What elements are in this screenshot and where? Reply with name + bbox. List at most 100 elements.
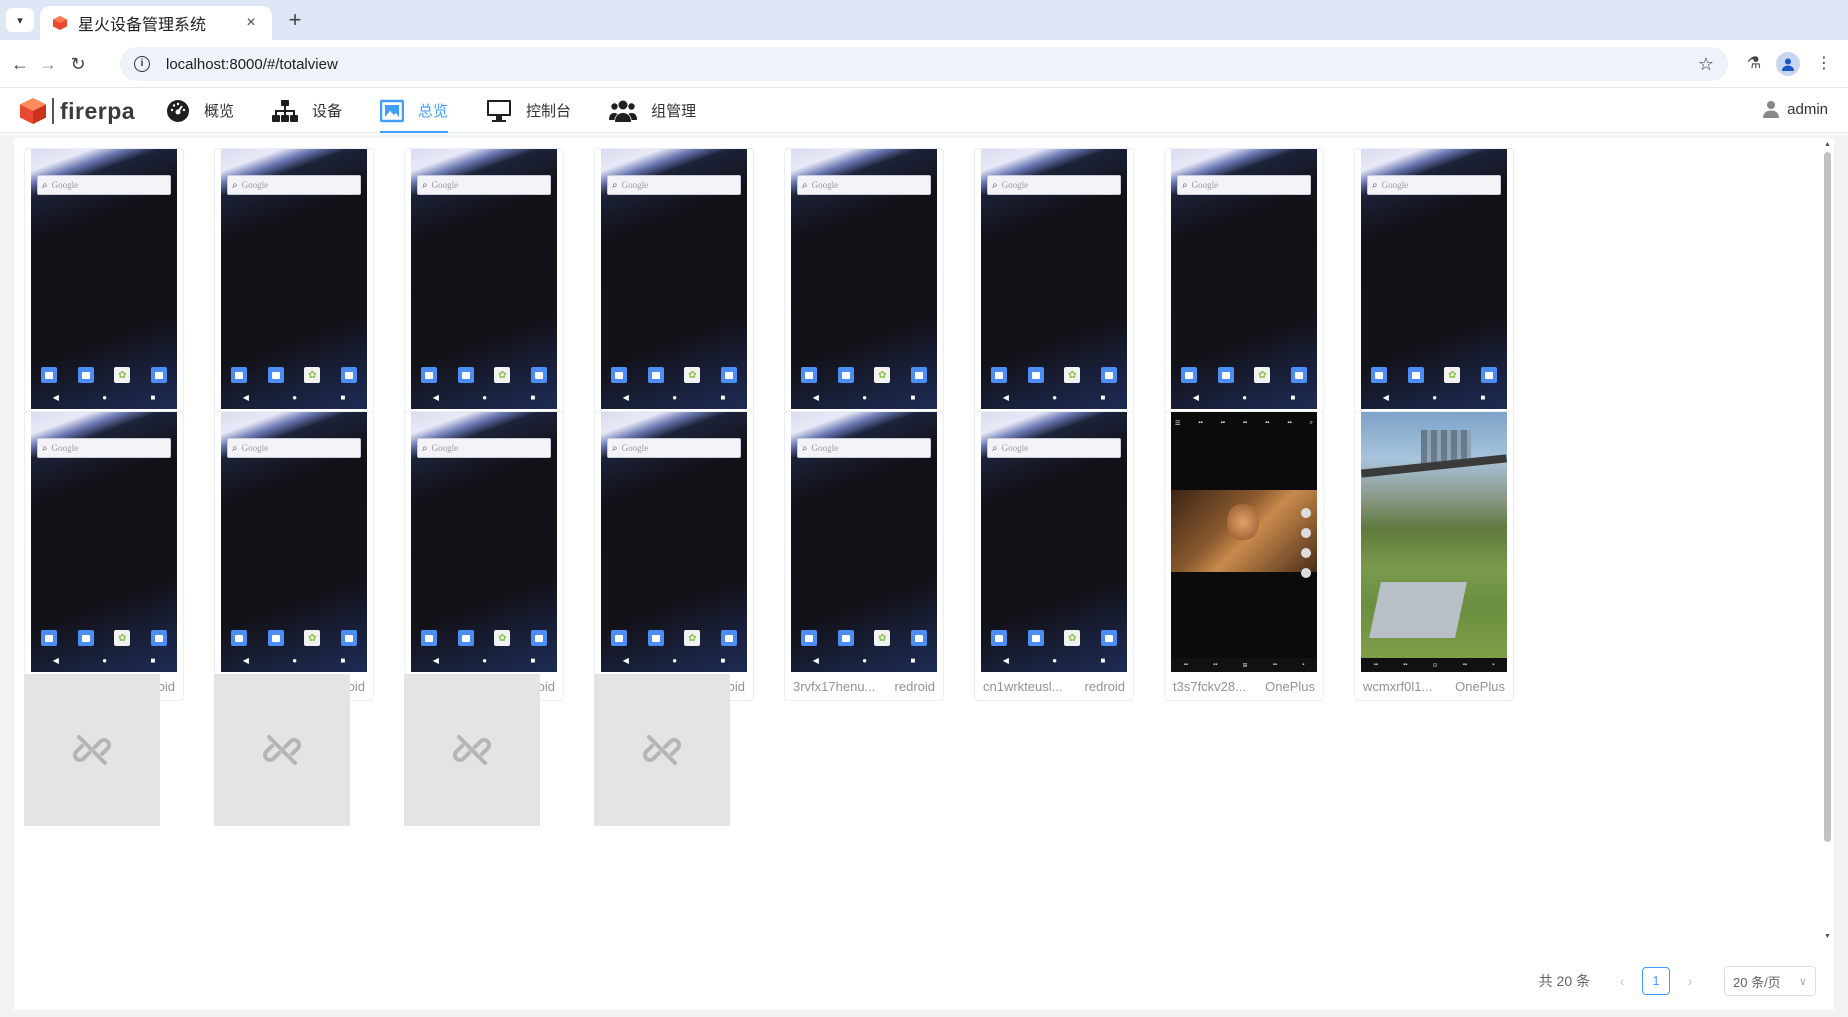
- menu-item-devices[interactable]: 设备: [266, 88, 356, 133]
- device-grid: ⌕Google✿◀●■7s8hlo9e6m...redroid⌕Google✿◀…: [24, 148, 1814, 951]
- nav-recents-icon: ■: [910, 392, 916, 402]
- menu-item-overview[interactable]: 概览: [160, 88, 248, 133]
- tab-close-icon[interactable]: ×: [242, 14, 260, 32]
- device-screen-home[interactable]: ⌕ Google ✿ ◀ ● ■: [791, 412, 937, 672]
- tab-title: 星火设备管理系统: [78, 17, 207, 34]
- menu-label-groups: 组管理: [651, 103, 697, 120]
- page-size-select[interactable]: 20 条/页 ∨: [1724, 966, 1816, 996]
- device-card[interactable]: ⌕Google✿◀●■zdo9h53rtcil...redroid: [1354, 148, 1514, 438]
- search-icon: ⌕: [422, 442, 428, 454]
- search-icon: ⌕: [802, 179, 808, 191]
- device-card[interactable]: ⌕ Google ✿ ◀ ● ■ cn1wrkteusl... redroid: [974, 411, 1134, 701]
- device-card[interactable]: ⌕ Google ✿ ◀ ● ■ 3rvfx17henu... redroid: [784, 411, 944, 701]
- new-tab-button[interactable]: +: [282, 8, 308, 34]
- device-screen-home[interactable]: ⌕ Google ✿ ◀ ● ■: [1361, 149, 1507, 409]
- profile-avatar-icon[interactable]: [1776, 52, 1800, 76]
- site-info-icon[interactable]: i: [134, 56, 150, 72]
- broken-image-placeholder[interactable]: [594, 674, 730, 826]
- bookmark-star-icon[interactable]: ☆: [1698, 54, 1714, 75]
- tab-search-button[interactable]: ▾: [6, 8, 34, 32]
- search-placeholder: Google: [811, 180, 839, 190]
- forward-icon[interactable]: →: [36, 52, 60, 76]
- broken-image-placeholder[interactable]: [24, 674, 160, 826]
- status-bar: [1171, 149, 1317, 157]
- contacts-icon: [1371, 367, 1387, 383]
- device-card[interactable]: ☰ ▪▪ ▪▪ ▪▪ ▪▪ ▪▪ ⌕ ▪▪ ▪▪ ⊞ ▪▪ ▪ t3s7fckv28... OnePlus: [1164, 411, 1324, 701]
- device-card[interactable]: ⌕Google✿◀●■7s8hlo9e6m...redroid: [24, 148, 184, 438]
- broken-image-placeholder[interactable]: [404, 674, 540, 826]
- device-screen-video-app[interactable]: ☰ ▪▪ ▪▪ ▪▪ ▪▪ ▪▪ ⌕ ▪▪ ▪▪ ⊞ ▪▪ ▪: [1171, 412, 1317, 672]
- browser-tab-strip: ▾ 星火设备管理系统 × +: [0, 0, 1848, 40]
- broken-image-placeholder[interactable]: [214, 674, 350, 826]
- device-card[interactable]: ⌕Google✿◀●■f4v2a15sw9i...redroid: [594, 148, 754, 438]
- logo-text: firerpa: [60, 97, 136, 124]
- device-screen-home[interactable]: ⌕ Google ✿ ◀ ● ■: [221, 149, 367, 409]
- back-icon[interactable]: ←: [8, 52, 32, 76]
- device-screen-home[interactable]: ⌕ Google ✿ ◀ ● ■: [411, 149, 557, 409]
- status-bar: [981, 412, 1127, 420]
- concrete-slab: [1369, 582, 1467, 638]
- gallery-icon: [1027, 367, 1044, 383]
- device-card[interactable]: ⌕Google✿◀●■92of143u0iu...redroid: [784, 148, 944, 438]
- device-card[interactable]: ▪▪ ▪▪ ⊙ ▪▪ ▪ wcmxrf0l1... OnePlus: [1354, 411, 1514, 701]
- android-icon: ✿: [304, 630, 321, 646]
- device-id: 3rvfx17henu...: [793, 678, 876, 694]
- android-nav-bar: ◀ ● ■: [31, 654, 177, 666]
- prev-page-icon[interactable]: ‹: [1610, 967, 1634, 995]
- app-dock: ✿: [801, 367, 927, 385]
- app-dock: ✿: [41, 367, 167, 385]
- device-card[interactable]: ⌕Google✿◀●■5m84kn92s...redroid: [1164, 148, 1324, 438]
- status-bar: [601, 149, 747, 157]
- device-card[interactable]: ⌕Google✿◀●■vue6lnrwb0...redroid: [214, 411, 374, 701]
- nav-back-icon: ◀: [622, 655, 629, 665]
- device-screen-home[interactable]: ⌕ Google ✿ ◀ ● ■: [31, 412, 177, 672]
- scroll-up-icon[interactable]: ▲: [1823, 140, 1832, 149]
- menu-item-totalview[interactable]: 总览: [374, 88, 462, 133]
- nav-back-icon: ◀: [622, 392, 629, 402]
- page-number-current[interactable]: 1: [1642, 967, 1670, 995]
- device-card[interactable]: ⌕Google✿◀●■uecm2z5nx...redroid: [974, 148, 1134, 438]
- contacts-icon: [231, 630, 247, 646]
- reload-icon[interactable]: ↻: [66, 52, 90, 76]
- scroll-down-icon[interactable]: ▼: [1823, 932, 1832, 941]
- android-nav-bar: ◀ ● ■: [411, 391, 557, 403]
- device-screen-home[interactable]: ⌕ Google ✿ ◀ ● ■: [791, 149, 937, 409]
- search-icon: ⌕: [612, 442, 618, 454]
- menu-item-groups[interactable]: 组管理: [603, 88, 710, 133]
- device-id: cn1wrkteusl...: [983, 678, 1063, 694]
- device-card[interactable]: ⌕Google✿◀●■9c0uuv3nx...redroid: [594, 411, 754, 701]
- device-screen-home[interactable]: ⌕ Google ✿ ◀ ● ■: [981, 412, 1127, 672]
- device-id: wcmxrf0l1...: [1363, 678, 1433, 694]
- url-text[interactable]: localhost:8000/#/totalview: [166, 56, 1698, 73]
- browser-menu-icon[interactable]: ⋮: [1812, 52, 1836, 76]
- device-card[interactable]: ⌕Google✿◀●■0s4ulore3n1...redroid: [404, 411, 564, 701]
- menu-item-console[interactable]: 控制台: [480, 88, 585, 133]
- labs-flask-icon[interactable]: ⚗: [1742, 52, 1766, 76]
- next-page-icon[interactable]: ›: [1678, 967, 1702, 995]
- device-screen-home[interactable]: ⌕ Google ✿ ◀ ● ■: [221, 412, 367, 672]
- device-screen-outdoor-video[interactable]: ▪▪ ▪▪ ⊙ ▪▪ ▪: [1361, 412, 1507, 672]
- video-action-icons: [1301, 508, 1311, 588]
- video-app-tabs: ☰ ▪▪ ▪▪ ▪▪ ▪▪ ▪▪ ⌕: [1175, 420, 1313, 427]
- camera-icon: [720, 367, 737, 383]
- app-dock: ✿: [991, 367, 1117, 385]
- browser-tab[interactable]: 星火设备管理系统 ×: [40, 6, 272, 40]
- grid-scrollbar[interactable]: ▲ ▼: [1822, 138, 1832, 943]
- device-screen-home[interactable]: ⌕ Google ✿ ◀ ● ■: [411, 412, 557, 672]
- user-menu[interactable]: admin: [1763, 100, 1828, 118]
- nav-home-icon: ●: [1052, 655, 1058, 665]
- android-icon: ✿: [1064, 630, 1081, 646]
- omnibox[interactable]: i localhost:8000/#/totalview ☆: [120, 47, 1728, 81]
- app-logo[interactable]: firerpa: [18, 96, 135, 126]
- device-screen-home[interactable]: ⌕ Google ✿ ◀ ● ■: [601, 412, 747, 672]
- device-screen-home[interactable]: ⌕ Google ✿ ◀ ● ■: [31, 149, 177, 409]
- scroll-thumb[interactable]: [1824, 152, 1831, 842]
- android-nav-bar: ◀ ● ■: [601, 391, 747, 403]
- device-screen-home[interactable]: ⌕ Google ✿ ◀ ● ■: [601, 149, 747, 409]
- device-screen-home[interactable]: ⌕ Google ✿ ◀ ● ■: [981, 149, 1127, 409]
- gallery-icon: [457, 367, 474, 383]
- device-card[interactable]: ⌕Google✿◀●■niw3905k61...redroid: [214, 148, 374, 438]
- device-screen-home[interactable]: ⌕ Google ✿ ◀ ● ■: [1171, 149, 1317, 409]
- device-card[interactable]: ⌕Google✿◀●■5ou90frnht1...redroid: [404, 148, 564, 438]
- device-card[interactable]: ⌕Google✿◀●■i1f6wdku94x...redroid: [24, 411, 184, 701]
